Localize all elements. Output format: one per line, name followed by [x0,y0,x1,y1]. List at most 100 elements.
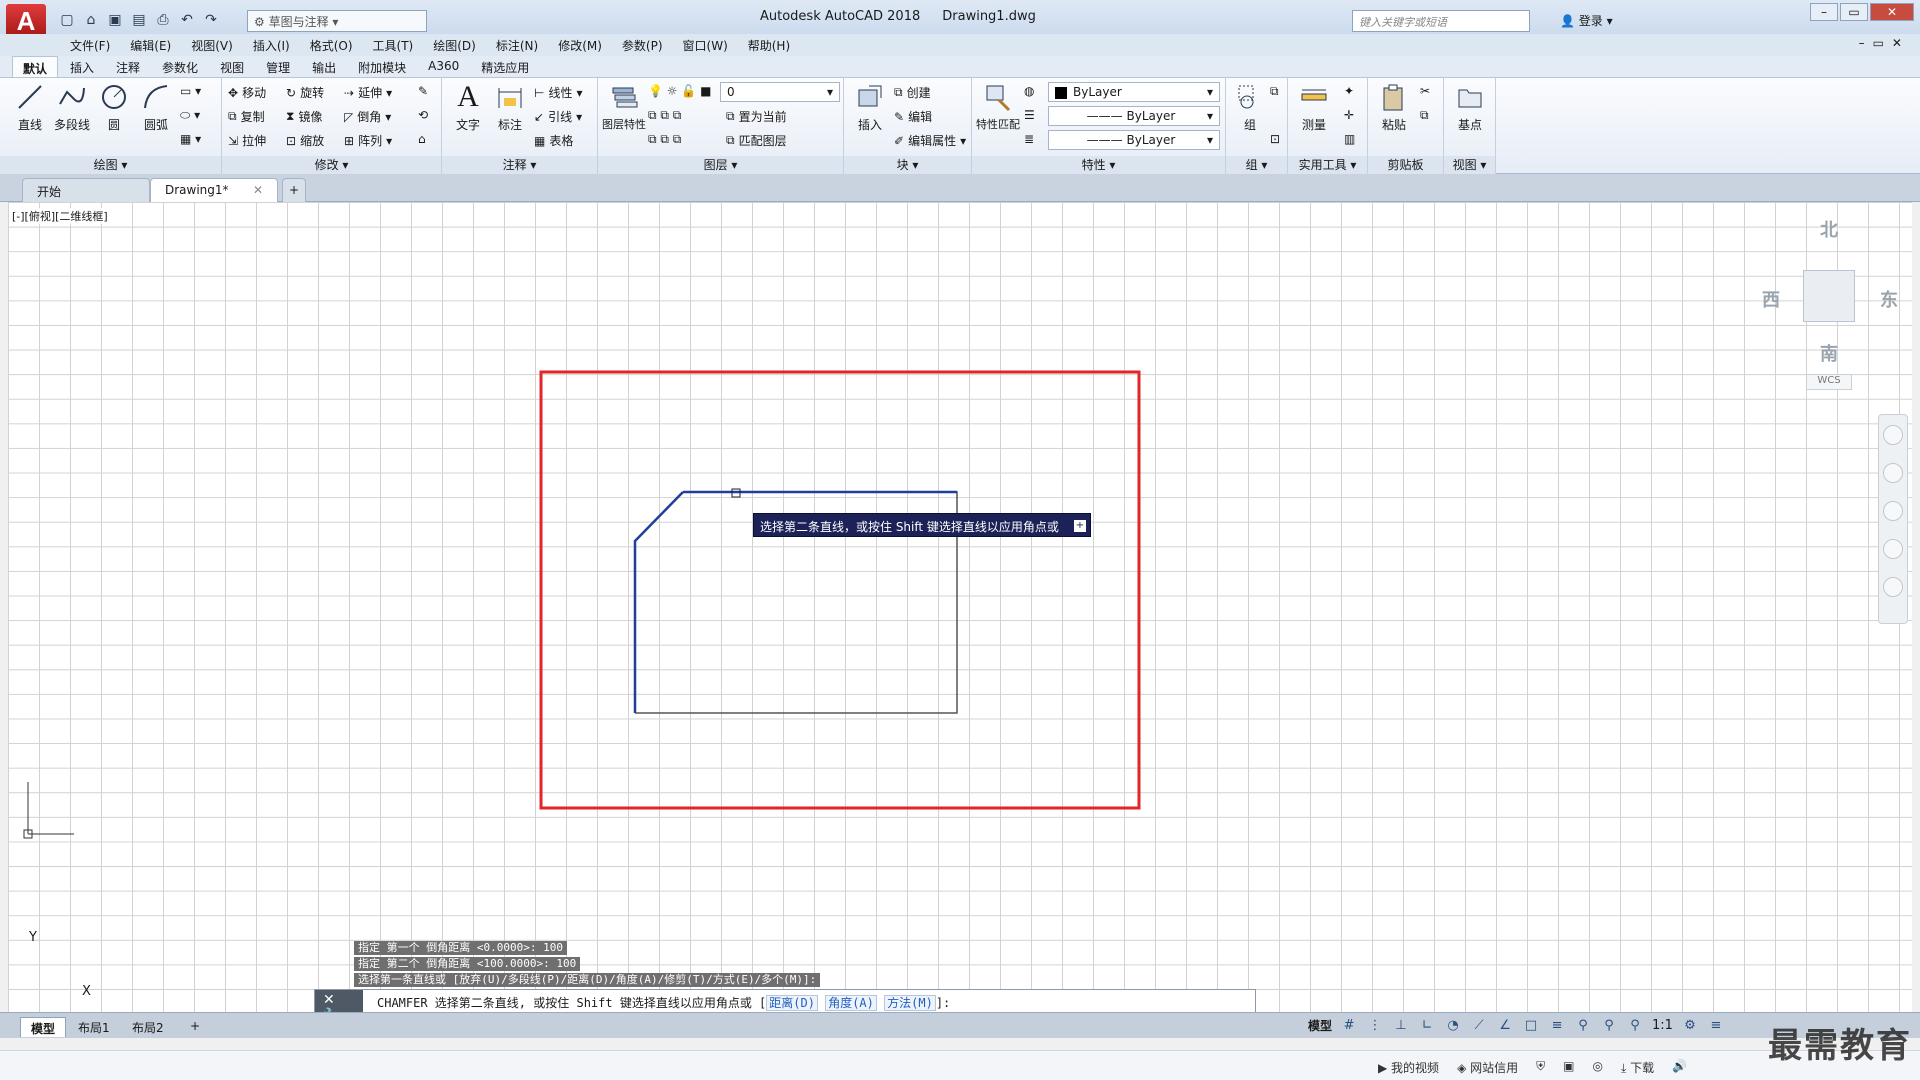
panel-draw-title[interactable]: 绘图 ▾ [0,156,221,174]
linear-button[interactable]: ⊢ 线性 ▾ [534,84,583,101]
login-button[interactable]: 👤 登录 ▾ [1560,12,1613,29]
erase-icon[interactable]: ✎ [418,84,428,98]
menu-modify[interactable]: 修改(M) [550,34,610,56]
menu-view[interactable]: 视图(V) [183,34,241,56]
viewcube-north[interactable]: 北 [1820,216,1838,242]
steering-wheel-icon[interactable] [1883,425,1903,445]
polyline-button[interactable]: 多段线 [50,82,94,133]
edit-attributes-button[interactable]: ✐ 编辑属性 ▾ [894,132,966,149]
save-as-icon[interactable]: ▤ [130,11,148,29]
panel-view-title[interactable]: 视图 ▾ [1444,156,1495,174]
rotate-button[interactable]: ↻ 旋转 [286,84,324,101]
point-icon[interactable]: ✛ [1344,108,1354,122]
image-icon[interactable]: ▣ [1563,1059,1574,1076]
browser-icon[interactable]: ◎ [1592,1059,1602,1076]
zoom-icon[interactable] [1883,501,1903,521]
move-button[interactable]: ✥ 移动 [228,84,266,101]
menu-help[interactable]: 帮助(H) [740,34,798,56]
orbit-icon[interactable] [1883,539,1903,559]
dimension-button[interactable]: 标注 [488,82,532,133]
grid-icon[interactable]: # [1340,1017,1358,1035]
lineweight-toggle-icon[interactable]: ≡ [1548,1017,1566,1035]
calculator-icon[interactable]: ▥ [1344,132,1355,146]
create-block-button[interactable]: ⧉ 创建 [894,84,931,101]
boundary-icon[interactable]: ▦ ▾ [180,132,201,146]
option-angle[interactable]: 角度(A) [825,995,877,1011]
tab-output[interactable]: 输出 [302,56,346,77]
offset-icon[interactable]: ⌂ [418,132,426,146]
app-logo-button[interactable]: A [6,4,46,38]
layout-tab-layout2[interactable]: 布局2 [122,1017,174,1037]
customize-icon[interactable]: ≡ [1707,1017,1725,1035]
set-current-button[interactable]: ⧉ 置为当前 [726,108,787,125]
menu-file[interactable]: 文件(F) [62,34,118,56]
menu-window[interactable]: 窗口(W) [675,34,736,56]
viewcube-east[interactable]: 东 [1880,286,1898,312]
volume-icon[interactable]: 🔊 [1672,1059,1687,1076]
layer-tools-row1[interactable]: ⧉ ⧉ ⧉ [648,108,681,123]
hatch-icon[interactable]: ⬭ ▾ [180,108,200,123]
edit-block-button[interactable]: ✎ 编辑 [894,108,932,125]
option-distance[interactable]: 距离(D) [766,995,818,1011]
copy-clip-icon[interactable]: ⧉ [1420,108,1429,123]
command-line-close-button[interactable]: ✕ 🔧 [315,990,363,1024]
new-icon[interactable]: ▢ [58,11,76,29]
explode-icon[interactable]: ⟲ [418,108,428,122]
text-button[interactable]: A 文字 [446,82,490,133]
option-method[interactable]: 方法(M) [884,995,936,1011]
menu-parametric[interactable]: 参数(P) [614,34,671,56]
chamfer-button[interactable]: ◸ 倒角 ▾ [344,108,391,125]
annotation-visibility-icon[interactable]: ⚲ [1574,1017,1592,1035]
pan-icon[interactable] [1883,463,1903,483]
menu-insert[interactable]: 插入(I) [245,34,298,56]
layout-tab-model[interactable]: 模型 [20,1017,67,1037]
tab-parametric[interactable]: 参数化 [152,56,208,77]
layer-tools-row2[interactable]: ⧉ ⧉ ⧉ [648,132,681,147]
mirror-button[interactable]: ⧗ 镜像 [286,108,322,125]
showmotion-icon[interactable] [1883,577,1903,597]
search-input[interactable]: 键入关键字或短语 [1352,10,1530,32]
arc-button[interactable]: 圆弧 [134,82,178,133]
viewcube-west[interactable]: 西 [1762,286,1780,312]
minimize-button[interactable]: – [1810,3,1838,21]
shield-icon[interactable]: ⛨ [1536,1059,1545,1076]
measure-button[interactable]: 测量 [1292,82,1336,133]
add-layout-button[interactable]: + [180,1017,210,1037]
close-button[interactable]: ✕ [1870,3,1914,21]
tab-manage[interactable]: 管理 [256,56,300,77]
annotation-scale-icon[interactable]: ⚲ [1626,1017,1644,1035]
wcs-dropdown[interactable]: WCS [1806,374,1852,390]
panel-utilities-title[interactable]: 实用工具 ▾ [1288,156,1367,174]
tab-insert[interactable]: 插入 [60,56,104,77]
auto-scale-icon[interactable]: ⚲ [1600,1017,1618,1035]
snap-icon[interactable]: ⋮ [1366,1017,1384,1035]
viewcube-south[interactable]: 南 [1820,340,1838,366]
panel-block-title[interactable]: 块 ▾ [844,156,971,174]
drawing-canvas[interactable]: [-][俯视][二维线框] 选择第二条直线，或按住 Shift 键选择直线以应用… [8,202,1912,1012]
panel-groups-title[interactable]: 组 ▾ [1226,156,1287,174]
base-view-button[interactable]: 基点 [1448,82,1492,133]
tab-view[interactable]: 视图 [210,56,254,77]
lineweight-dropdown[interactable]: ——— ByLayer ▾ [1048,130,1220,150]
polar-tracking-icon[interactable]: ◔ [1444,1017,1462,1035]
ungroup-icon[interactable]: ⧉ [1270,84,1279,99]
table-button[interactable]: ▦ 表格 [534,132,573,149]
menu-tools[interactable]: 工具(T) [365,34,422,56]
leader-button[interactable]: ↙ 引线 ▾ [534,108,582,125]
viewcube[interactable]: 北 西 东 南 WCS [1748,212,1908,412]
ortho-icon[interactable]: ∟ [1418,1017,1436,1035]
stretch-button[interactable]: ⇲ 拉伸 [228,132,266,149]
model-space-button[interactable]: 模型 [1308,1017,1332,1035]
tab-addins[interactable]: 附加模块 [348,56,416,77]
extend-button[interactable]: ⇢ 延伸 ▾ [344,84,392,101]
cut-icon[interactable]: ✂ [1420,84,1430,98]
menu-format[interactable]: 格式(O) [302,34,361,56]
rectangle-icon[interactable]: ▭ ▾ [180,84,201,98]
panel-clipboard-title[interactable]: 剪贴板 [1368,156,1443,174]
circle-button[interactable]: 圆 [92,82,136,133]
undo-icon[interactable]: ↶ [178,11,196,29]
menu-dimension[interactable]: 标注(N) [488,34,546,56]
isometric-icon[interactable]: ⟋ [1470,1017,1488,1035]
panel-modify-title[interactable]: 修改 ▾ [222,156,441,174]
save-icon[interactable]: ▣ [106,11,124,29]
